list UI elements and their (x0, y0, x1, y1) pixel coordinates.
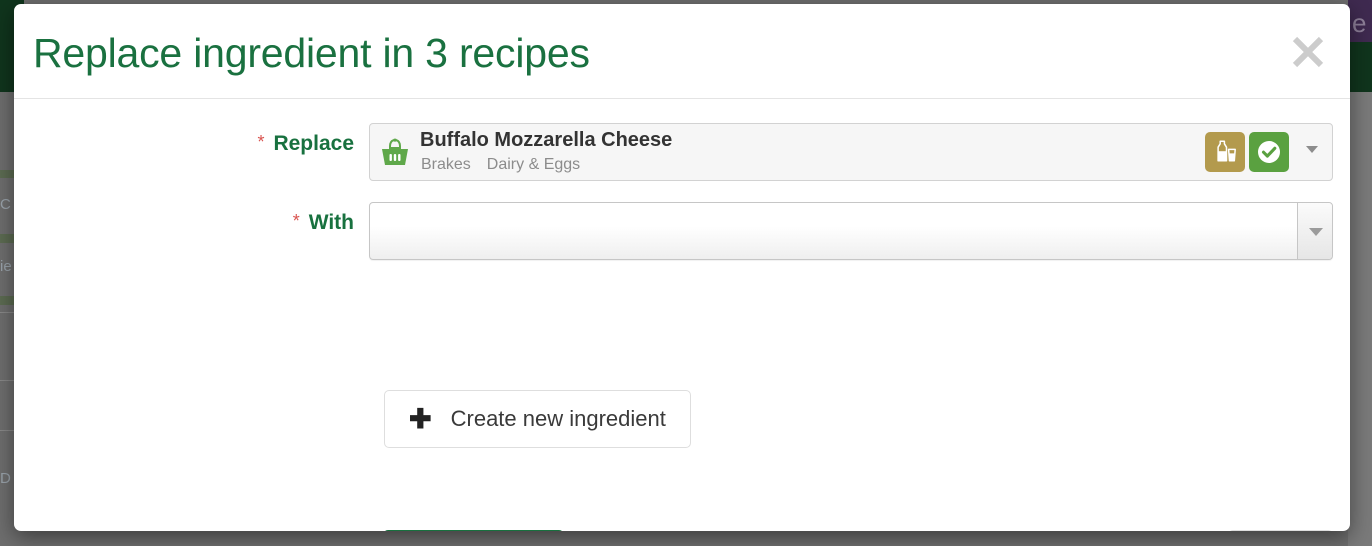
chevron-down-icon[interactable] (1306, 146, 1318, 153)
background-tab-label: e (1352, 8, 1367, 38)
with-label-text: With (308, 211, 354, 234)
shopping-basket-icon (378, 136, 412, 170)
modal-body: * Replace Buffalo Mozzarella Cheese Brak… (14, 99, 1350, 531)
ingredient-supplier: Brakes (421, 156, 471, 173)
replace-label-text: Replace (273, 132, 354, 155)
required-asterisk: * (257, 132, 265, 152)
with-ingredient-select[interactable] (369, 202, 1333, 260)
ingredient-badges (1205, 132, 1289, 172)
replace-button[interactable]: Replace (383, 530, 564, 531)
ingredient-category: Dairy & Eggs (486, 156, 581, 173)
ingredient-name: Buffalo Mozzarella Cheese (420, 129, 673, 151)
background-app-header-right (1348, 42, 1372, 92)
with-field-label: * With (14, 202, 354, 235)
plus-icon: ✚ (409, 403, 432, 434)
form-row-replace: * Replace Buffalo Mozzarella Cheese Brak… (14, 123, 1350, 181)
required-asterisk: * (292, 211, 300, 231)
milk-bottle-glass-icon (1205, 132, 1245, 172)
with-field-control (369, 202, 1333, 260)
form-row-with: * With (14, 202, 1350, 260)
replace-field-control: Buffalo Mozzarella Cheese Brakes Dairy & … (369, 123, 1333, 181)
close-icon[interactable] (1288, 32, 1328, 72)
replace-ingredient-modal: Replace ingredient in 3 recipes * Replace (14, 4, 1350, 531)
close-button[interactable]: Close (1228, 530, 1333, 531)
replace-field-label: * Replace (14, 123, 354, 156)
create-new-ingredient-button[interactable]: ✚ Create new ingredient (384, 390, 691, 448)
create-new-ingredient-label: Create new ingredient (450, 406, 666, 431)
replace-ingredient-select[interactable]: Buffalo Mozzarella Cheese Brakes Dairy & … (369, 123, 1333, 181)
check-circle-icon (1249, 132, 1289, 172)
chevron-down-icon (1309, 228, 1323, 236)
page-title: Replace ingredient in 3 recipes (33, 30, 590, 76)
with-dropdown-button[interactable] (1297, 203, 1332, 259)
ingredient-meta: Brakes Dairy & Eggs (421, 156, 596, 174)
modal-header: Replace ingredient in 3 recipes (14, 4, 1350, 99)
background-page-right (1348, 92, 1372, 546)
